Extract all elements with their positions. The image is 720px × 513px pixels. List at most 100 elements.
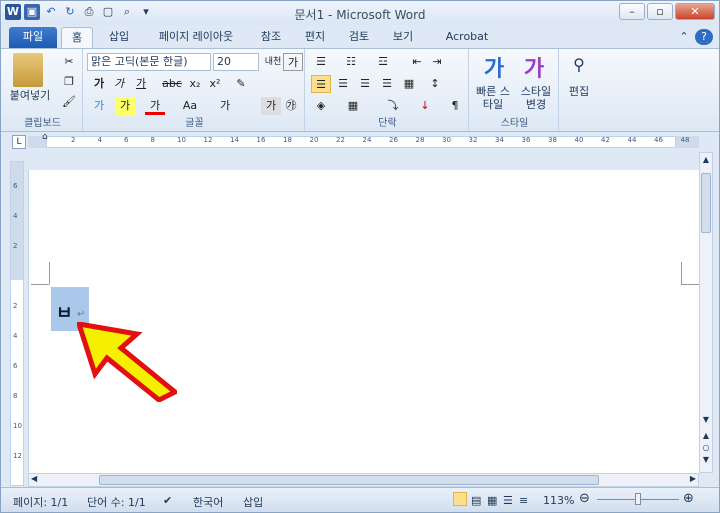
ruler-tick-label: 48 [680,136,690,144]
sort-icon[interactable]: ↓ [415,97,435,115]
font-size-select[interactable]: 20 [213,53,259,71]
clipboard-group: 붙여넣기 ✂ ❐ 🖌 클립보드 [3,49,83,131]
tab-references[interactable]: 참조 [253,27,289,48]
ruler-tick-label: 42 [601,136,610,144]
justify-icon[interactable]: ☰ [377,75,397,93]
browse-object-icon[interactable]: ○ [701,443,711,452]
bullets-icon[interactable]: ☰ [311,53,331,71]
minimize-button[interactable]: – [619,3,645,20]
font-ganada-icon[interactable]: 내천 [263,53,283,71]
borders-icon[interactable]: ▦ [343,97,363,115]
web-layout-view-icon[interactable]: ▦ [487,494,497,507]
numbering-icon[interactable]: ☷ [341,53,361,71]
multilevel-list-icon[interactable]: ☲ [373,53,393,71]
zoom-out-icon[interactable]: ⊖ [579,491,590,506]
next-page-icon[interactable]: ▼ [701,455,711,464]
scroll-right-icon[interactable]: ▶ [690,474,696,483]
paragraph-group: ☰ ☷ ☲ ⇤ ⇥ ☰ ☰ ☰ ☰ ▦ ↕ ◈ ▦ ⤵ ↓ ¶ 단락 [307,49,469,131]
copy-icon[interactable]: ❐ [59,73,79,91]
minimize-ribbon-icon[interactable]: ⌃ [677,27,691,48]
paste-icon[interactable] [13,53,43,87]
font-name-select[interactable]: 맑은 고딕(본문 한글) [87,53,211,71]
zoom-slider-thumb[interactable] [635,493,641,505]
vertical-scrollbar[interactable]: ▲ ▼ ▲ ○ ▼ [699,152,713,473]
document-page[interactable]: ㅂ ↵ [28,170,699,473]
line-spacing-icon[interactable]: ↕ [425,75,445,93]
decrease-indent-icon[interactable]: ⇤ [407,53,427,71]
change-styles-icon[interactable]: 가 [519,51,549,83]
language-status[interactable]: 한국어 [193,494,223,510]
editing-button[interactable]: 편집 [561,83,597,99]
print-layout-view-icon[interactable] [453,492,467,506]
clear-format-icon[interactable]: ✎ [231,75,251,93]
tab-mailings[interactable]: 편지 [297,27,333,48]
window-title: 문서1 - Microsoft Word [294,8,426,22]
vruler-tick-label: 8 [13,392,18,400]
font-group-label: 글꼴 [185,118,204,129]
shading-icon[interactable]: ◈ [311,97,331,115]
tab-review[interactable]: 검토 [341,27,377,48]
align-left-icon[interactable]: ☰ [311,75,331,93]
increase-indent-icon[interactable]: ⇥ [427,53,447,71]
draft-view-icon[interactable]: ≡ [519,494,528,507]
align-right-icon[interactable]: ☰ [355,75,375,93]
tab-stop-selector[interactable]: L [12,135,26,149]
text-direction-icon[interactable]: ⤵ [383,97,403,115]
scroll-down-icon[interactable]: ▼ [701,415,711,424]
change-styles-button[interactable]: 스타일 변경 [515,85,557,111]
ruler-tick-label: 44 [627,136,637,144]
font-color-button[interactable]: 가 [145,97,165,115]
horizontal-scrollbar[interactable]: ◀ ▶ [28,473,699,487]
word-count[interactable]: 단어 수: 1/1 [87,494,146,510]
show-marks-icon[interactable]: ¶ [445,97,465,115]
text-effect-button[interactable]: 가 [89,97,109,115]
horizontal-ruler: L 2 4 6 8 10 12 14 16 18 20 22 24 26 28 30 32 34 36 38 40 42… [1,132,719,152]
subscript-button[interactable]: x₂ [185,75,205,93]
help-icon[interactable]: ? [695,29,713,45]
prev-page-icon[interactable]: ▲ [701,431,711,440]
quick-styles-icon[interactable]: 가 [479,51,509,83]
paste-button[interactable]: 붙여넣기 [7,87,53,103]
zoom-in-icon[interactable]: ⊕ [683,491,694,506]
tab-page-layout[interactable]: 페이지 레이아웃 [146,27,246,48]
maximize-button[interactable]: ▫ [647,3,673,20]
quick-styles-button[interactable]: 빠른 스타일 [473,85,513,111]
styles-group: 가 가 빠른 스타일 스타일 변경 스타일 [471,49,559,131]
enclose-char-button[interactable]: ㉮ [281,97,301,115]
phonetic-guide-button[interactable]: 가 [215,97,235,115]
bold-button[interactable]: 가 [89,75,109,93]
strikethrough-button[interactable]: abc [159,75,185,93]
insert-mode[interactable]: 삽입 [243,494,263,510]
cut-icon[interactable]: ✂ [59,53,79,71]
tab-home[interactable]: 홈 [61,27,93,48]
page-count[interactable]: 페이지: 1/1 [13,494,68,510]
char-shading-button[interactable]: 가 [261,97,281,115]
char-border-icon[interactable]: 가 [283,53,303,71]
tab-file[interactable]: 파일 [9,27,57,48]
scroll-left-icon[interactable]: ◀ [31,474,37,483]
tab-view[interactable]: 보기 [385,27,421,48]
vscroll-thumb[interactable] [701,173,711,233]
italic-button[interactable]: 가 [109,75,129,93]
proofing-icon[interactable]: ✔ [163,494,172,507]
outline-view-icon[interactable]: ☰ [503,494,513,507]
scroll-up-icon[interactable]: ▲ [701,155,711,167]
full-screen-view-icon[interactable]: ▤ [471,494,481,507]
find-icon[interactable]: ⚲ [567,55,591,74]
ruler-tick-label: 40 [574,136,584,144]
indent-marker-icon[interactable]: ⌂ [42,132,48,142]
close-button[interactable]: ✕ [675,3,715,20]
crop-mark-left-h [31,284,49,285]
distribute-icon[interactable]: ▦ [399,75,419,93]
superscript-button[interactable]: x² [205,75,225,93]
ribbon-tabs: 파일 홈 삽입 페이지 레이아웃 참조 편지 검토 보기 Acrobat ⌃ ? [1,25,719,48]
underline-button[interactable]: 가 [131,75,151,93]
hscroll-thumb[interactable] [99,475,599,485]
tab-insert[interactable]: 삽입 [99,27,139,48]
format-painter-icon[interactable]: 🖌 [59,93,79,111]
change-case-button[interactable]: Aa [177,97,203,115]
tab-acrobat[interactable]: Acrobat [439,27,495,48]
highlight-button[interactable]: 가 [115,97,135,115]
align-center-icon[interactable]: ☰ [333,75,353,93]
zoom-level[interactable]: 113% [543,494,574,507]
